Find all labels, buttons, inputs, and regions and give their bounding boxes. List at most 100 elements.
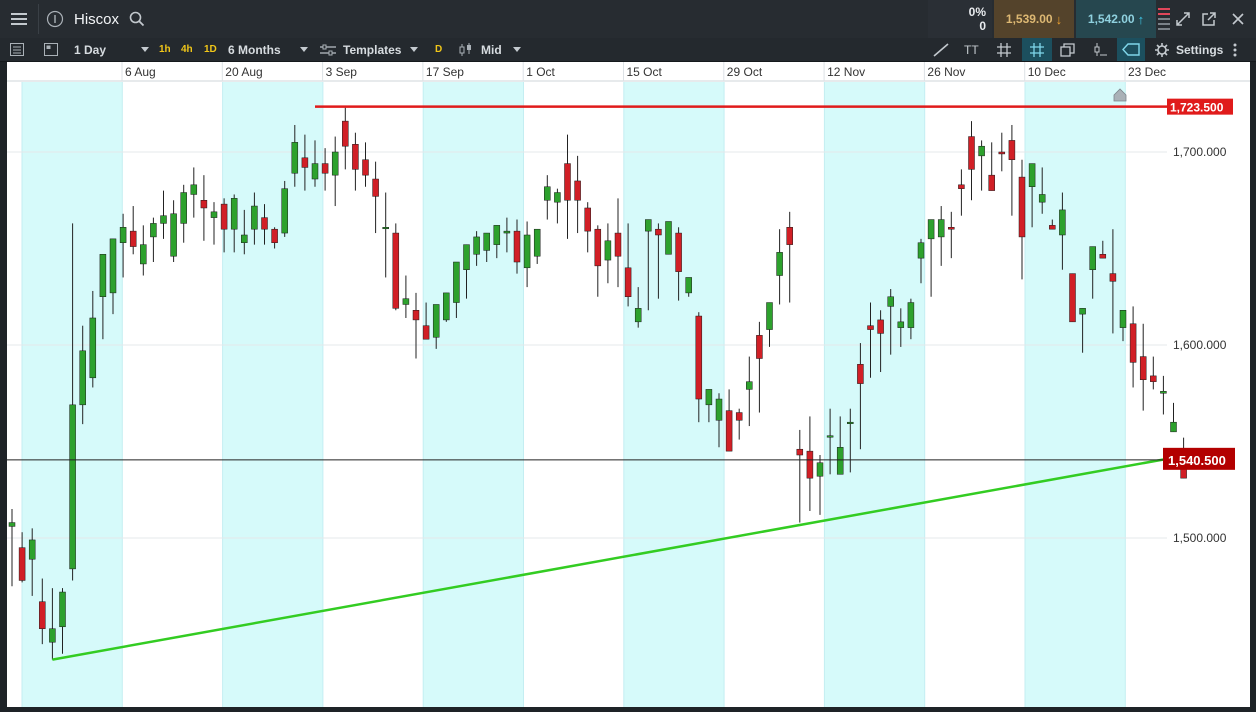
candle[interactable]: [523, 221, 531, 288]
candle[interactable]: [331, 136, 339, 207]
candle-body: [907, 302, 915, 328]
range-select[interactable]: 6 Months: [228, 38, 310, 61]
grid-button[interactable]: [997, 38, 1017, 61]
candle[interactable]: [574, 155, 581, 234]
candle-body: [978, 145, 985, 157]
candle[interactable]: [1069, 273, 1076, 323]
candle[interactable]: [362, 142, 369, 187]
candle[interactable]: [1139, 323, 1147, 411]
candle[interactable]: [281, 180, 288, 237]
indicator-button[interactable]: [1092, 38, 1112, 61]
candle[interactable]: [735, 408, 743, 440]
candle[interactable]: [584, 202, 591, 253]
candle[interactable]: [594, 225, 602, 297]
candle[interactable]: [140, 225, 147, 276]
text-tool-icon: TT: [964, 42, 979, 57]
layers-button[interactable]: [1060, 38, 1080, 61]
candle[interactable]: [180, 184, 187, 243]
candle[interactable]: [1129, 306, 1137, 388]
candle[interactable]: [796, 429, 804, 523]
candle[interactable]: [129, 206, 137, 255]
info-button[interactable]: [42, 0, 68, 38]
info-icon: [46, 10, 64, 28]
candle-body: [200, 200, 208, 209]
candle[interactable]: [968, 121, 975, 201]
popout-button[interactable]: [1198, 0, 1220, 38]
candle[interactable]: [544, 175, 551, 220]
candle[interactable]: [392, 223, 400, 311]
candle-body: [281, 188, 288, 234]
candle-body: [958, 184, 965, 189]
candle[interactable]: [978, 140, 985, 191]
close-button[interactable]: [1226, 0, 1250, 38]
search-button[interactable]: [127, 0, 147, 38]
candle-body: [675, 232, 682, 272]
expand-button[interactable]: [1172, 0, 1194, 38]
price-label-button[interactable]: [1117, 38, 1145, 61]
chart-panel[interactable]: 6 Aug 20 Aug 3 Sep 17 Sep 1 Oct 15 Oct 29 Oct 1…: [7, 62, 1250, 707]
candle[interactable]: [665, 221, 672, 255]
candle[interactable]: [614, 198, 622, 288]
candle[interactable]: [1008, 124, 1016, 216]
text-tool-button[interactable]: TT: [964, 38, 986, 61]
interval-select[interactable]: 1 Day: [74, 38, 154, 61]
quick-interval-1h[interactable]: 1h: [159, 38, 171, 61]
candle[interactable]: [554, 188, 561, 224]
candle[interactable]: [372, 161, 379, 234]
sell-price-box[interactable]: 1,539.00 ↓: [994, 0, 1074, 38]
candle[interactable]: [150, 217, 157, 263]
crosshair-grid-button[interactable]: [1022, 38, 1052, 61]
candle[interactable]: [948, 211, 955, 259]
templates-select[interactable]: Templates: [320, 38, 420, 61]
candle[interactable]: [402, 275, 410, 318]
candle[interactable]: [443, 292, 450, 322]
candle[interactable]: [8, 509, 16, 587]
menu-button[interactable]: [0, 0, 38, 38]
list-view-button[interactable]: [10, 38, 30, 61]
candle[interactable]: [160, 190, 167, 239]
candle-body: [988, 174, 995, 191]
candle[interactable]: [533, 228, 541, 264]
candle[interactable]: [988, 142, 995, 191]
instrument-name[interactable]: Hiscox: [74, 0, 134, 38]
candle[interactable]: [998, 132, 1006, 172]
candle[interactable]: [412, 292, 420, 359]
candle[interactable]: [806, 416, 814, 511]
candle[interactable]: [725, 389, 733, 452]
candle[interactable]: [200, 175, 208, 241]
quick-interval-4h[interactable]: 4h: [181, 38, 193, 61]
candle[interactable]: [352, 132, 359, 191]
price-chart[interactable]: 6 Aug 20 Aug 3 Sep 17 Sep 1 Oct 15 Oct 29 Oct 1…: [7, 62, 1250, 707]
buy-price-box[interactable]: 1,542.00 ↑: [1076, 0, 1156, 38]
price-type-select[interactable]: Mid: [459, 38, 525, 61]
candle[interactable]: [210, 202, 218, 245]
candle[interactable]: [1150, 356, 1157, 390]
order-ticket-button[interactable]: [1157, 0, 1171, 38]
candle[interactable]: [604, 223, 612, 284]
search-icon: [129, 11, 145, 27]
settings-button[interactable]: Settings: [1155, 38, 1225, 61]
draw-line-button[interactable]: [933, 38, 953, 61]
d-badge[interactable]: D: [435, 38, 442, 61]
candle[interactable]: [756, 321, 763, 413]
more-options-button[interactable]: [1233, 38, 1243, 61]
quick-interval-1d[interactable]: 1D: [204, 38, 217, 61]
candle[interactable]: [746, 356, 753, 427]
candle[interactable]: [786, 211, 793, 303]
chevron-down-icon: [300, 47, 308, 52]
candle[interactable]: [564, 134, 571, 239]
candle[interactable]: [958, 169, 965, 216]
candle[interactable]: [1160, 375, 1167, 415]
candle[interactable]: [937, 206, 945, 266]
candle[interactable]: [382, 192, 389, 278]
candle[interactable]: [170, 200, 177, 263]
candle[interactable]: [342, 107, 349, 170]
candle[interactable]: [1018, 159, 1026, 280]
candle[interactable]: [190, 167, 198, 218]
candle[interactable]: [816, 455, 824, 515]
candle[interactable]: [1170, 402, 1177, 433]
candle[interactable]: [766, 302, 773, 347]
layout-button[interactable]: [44, 38, 64, 61]
candle[interactable]: [776, 229, 783, 305]
candle[interactable]: [927, 219, 935, 297]
